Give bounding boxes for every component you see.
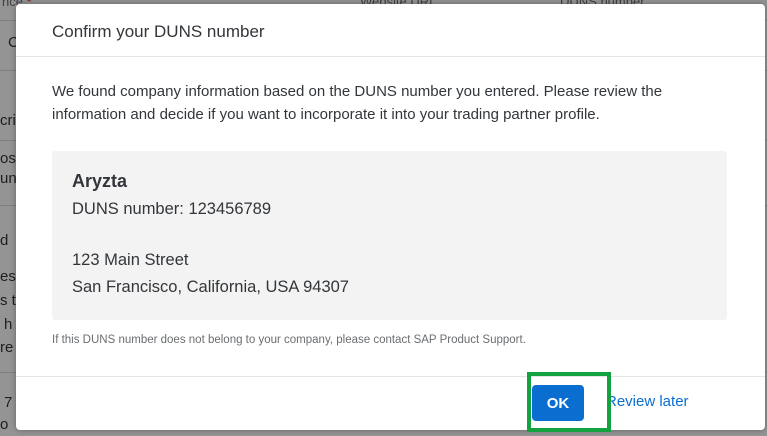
support-note: If this DUNS number does not belong to y… — [52, 334, 526, 346]
dialog-title: Confirm your DUNS number — [52, 22, 265, 41]
confirm-duns-dialog: Confirm your DUNS number We found compan… — [16, 4, 765, 430]
duns-number-text: DUNS number: 123456789 — [72, 200, 272, 218]
ok-button[interactable]: OK — [532, 385, 584, 421]
review-later-link[interactable]: Review later — [606, 393, 689, 410]
address-line-1: 123 Main Street — [72, 251, 189, 269]
dialog-intro-text: We found company information based on th… — [52, 83, 663, 123]
dialog-header: Confirm your DUNS number — [16, 4, 765, 57]
company-name: Aryzta — [72, 171, 128, 191]
company-info-panel: Aryzta DUNS number: 123456789 123 Main S… — [52, 151, 727, 320]
address-line-2: San Francisco, California, USA 94307 — [72, 278, 349, 296]
